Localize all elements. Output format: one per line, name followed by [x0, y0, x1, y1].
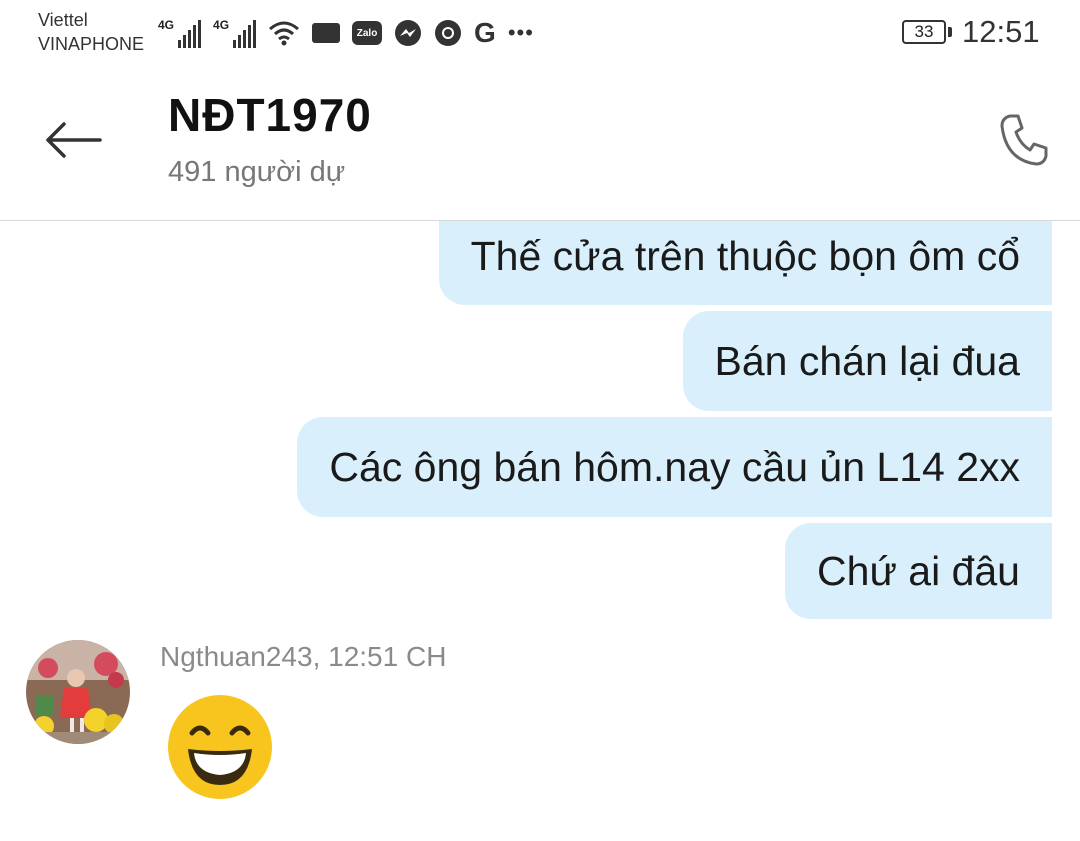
outgoing-message[interactable]: Chứ ai đâu	[785, 523, 1052, 619]
network-type-label: 4G	[158, 18, 175, 32]
grinning-face-icon	[168, 695, 272, 799]
battery-tip	[948, 27, 952, 37]
zalo-icon: Zalo	[352, 21, 383, 45]
carrier-name-2: VINAPHONE	[38, 34, 145, 54]
signal-4g-icon: 4G	[158, 18, 202, 48]
phone-icon	[1000, 114, 1048, 166]
messenger-icon	[395, 20, 422, 46]
status-icons: 4G 4G Zalo G •••	[158, 14, 534, 52]
sender-name-time: Ngthuan243, 12:51 CH	[160, 641, 447, 672]
google-icon: G	[474, 17, 496, 48]
keyboard-icon	[312, 23, 341, 43]
signal-4g-icon: 4G	[213, 18, 257, 48]
status-bar: Viettel VINAPHONE 4G 4G Zalo G ••• 33 12…	[0, 0, 1080, 70]
carrier-name-1: Viettel	[38, 10, 88, 30]
grinning-emoji-message[interactable]	[166, 693, 274, 801]
outgoing-message[interactable]: Thế cửa trên thuộc bọn ôm cổ	[438, 221, 1052, 305]
avatar-photo	[26, 640, 130, 744]
chrome-icon	[435, 20, 462, 46]
network-type-label: 4G	[213, 18, 230, 32]
more-notifications-icon: •••	[507, 20, 534, 45]
participant-count[interactable]: 491 người dự	[168, 156, 345, 189]
carrier-info: Viettel VINAPHONE	[38, 8, 144, 56]
arrow-left-icon	[46, 122, 102, 158]
outgoing-message[interactable]: Bán chán lại đua	[682, 311, 1052, 411]
group-title[interactable]: NĐT1970	[168, 88, 372, 142]
clock: 12:51	[962, 14, 1040, 49]
back-button[interactable]	[40, 110, 106, 170]
message-list[interactable]: Thế cửa trên thuộc bọn ôm cổ Bán chán lạ…	[0, 221, 1080, 841]
call-button[interactable]	[996, 110, 1052, 170]
battery-level: 33	[914, 22, 934, 41]
outgoing-message[interactable]: Các ông bán hôm.nay cầu ủn L14 2xx	[297, 417, 1052, 517]
chat-header: NĐT1970 491 người dự	[0, 70, 1080, 221]
wifi-icon	[269, 21, 300, 46]
avatar[interactable]	[26, 640, 130, 744]
battery-icon: 33	[902, 20, 946, 44]
zalo-label: Zalo	[356, 27, 378, 39]
